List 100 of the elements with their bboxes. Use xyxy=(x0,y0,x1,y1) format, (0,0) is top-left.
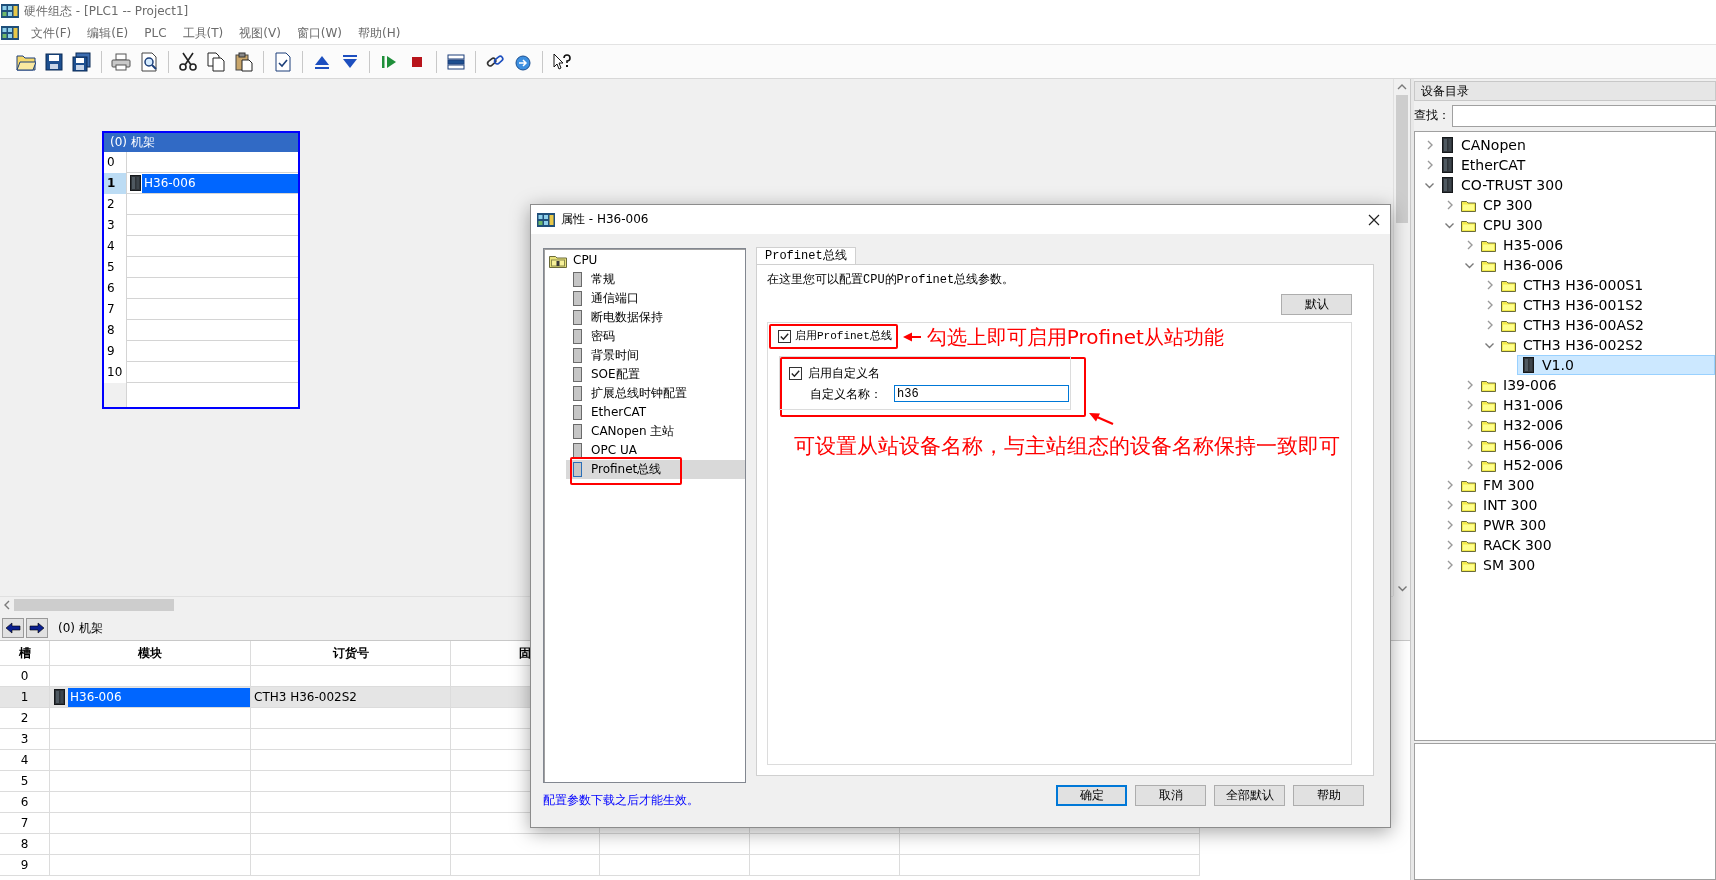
dialog-button[interactable]: 取消 xyxy=(1135,785,1206,806)
tree-item[interactable]: 断电数据保持 xyxy=(566,308,663,327)
tree-item[interactable]: RACK 300 xyxy=(1457,535,1552,555)
tree-item[interactable]: I39-006 xyxy=(1477,375,1557,395)
tree-item[interactable]: 扩展总线时钟配置 xyxy=(566,384,687,403)
tree-item[interactable]: 密码 xyxy=(566,327,615,346)
back-button[interactable] xyxy=(2,618,24,638)
app-icon[interactable] xyxy=(1,26,19,40)
chevron-down-icon[interactable] xyxy=(1463,260,1475,270)
scroll-thumb[interactable] xyxy=(1396,95,1408,223)
tree-item[interactable]: H32-006 xyxy=(1477,415,1564,435)
slot-number: 5 xyxy=(104,257,127,278)
checkbox-label[interactable]: 启用Profinet总线 xyxy=(795,329,892,344)
column-header[interactable]: 固 xyxy=(519,645,531,661)
tree-item[interactable]: SOE配置 xyxy=(566,365,640,384)
menu-item[interactable]: 文件(F) xyxy=(23,25,80,41)
tree-item[interactable]: CPU xyxy=(549,251,598,270)
menu-item[interactable]: 视图(V) xyxy=(231,25,289,41)
search-field[interactable] xyxy=(1452,104,1716,127)
folder-icon xyxy=(1501,318,1516,332)
close-icon[interactable] xyxy=(1368,213,1380,226)
folder-icon xyxy=(1481,398,1496,412)
page-icon xyxy=(573,291,582,306)
dialog-button[interactable]: 全部默认 xyxy=(1214,785,1285,806)
tree-item[interactable]: V1.0 xyxy=(1517,355,1715,375)
tree-item[interactable]: CTH3 H36-001S2 xyxy=(1497,295,1644,315)
tree-item[interactable]: CPU 300 xyxy=(1457,215,1543,235)
scissors-icon[interactable] xyxy=(178,51,198,72)
list-icon[interactable] xyxy=(446,51,466,72)
printer-icon[interactable] xyxy=(111,51,131,72)
checkbox[interactable] xyxy=(778,330,791,343)
page-icon xyxy=(573,386,582,401)
help-cursor-icon[interactable] xyxy=(552,51,572,72)
tree-item[interactable]: 背景时间 xyxy=(566,346,639,365)
table-cell: 5 xyxy=(0,771,50,792)
table-cell: 9 xyxy=(0,855,50,876)
tree-item[interactable]: CANopen xyxy=(1437,135,1526,155)
page-icon xyxy=(573,310,582,325)
checkbox[interactable] xyxy=(789,366,802,380)
chevron-down-icon[interactable] xyxy=(1443,220,1455,230)
tree-item[interactable]: EtherCAT xyxy=(1437,155,1526,175)
tree-item[interactable]: OPC UA xyxy=(566,441,637,460)
menu-item[interactable]: 工具(T) xyxy=(174,25,232,41)
tree-item[interactable]: H52-006 xyxy=(1477,455,1564,475)
chevron-up-icon[interactable] xyxy=(1397,83,1407,91)
menu-item[interactable]: PLC xyxy=(136,25,175,41)
tree-item[interactable]: H36-006 xyxy=(1477,255,1564,275)
page-magnifier-icon[interactable] xyxy=(139,51,159,72)
column-header[interactable]: 模块 xyxy=(138,645,162,661)
page-icon xyxy=(573,272,582,287)
pages-icon[interactable] xyxy=(206,51,226,72)
slot-number: 2 xyxy=(104,194,127,215)
document-check-icon[interactable] xyxy=(273,51,293,72)
scroll-thumb[interactable] xyxy=(14,599,174,611)
chevron-left-icon[interactable] xyxy=(3,600,11,610)
tree-item[interactable]: INT 300 xyxy=(1457,495,1538,515)
floppy-disks-icon[interactable] xyxy=(72,51,92,72)
tree-item[interactable]: CTH3 H36-002S2 xyxy=(1497,335,1644,355)
tree-item[interactable]: CP 300 xyxy=(1457,195,1533,215)
module-name[interactable]: H36-006 xyxy=(142,173,298,193)
dialog-button[interactable]: 确定 xyxy=(1056,785,1127,806)
forward-button[interactable] xyxy=(26,618,48,638)
tree-item[interactable]: H56-006 xyxy=(1477,435,1564,455)
tree-item[interactable]: H35-006 xyxy=(1477,235,1564,255)
module-icon xyxy=(1441,177,1454,193)
blank-cell xyxy=(104,383,127,407)
chevron-down-icon[interactable] xyxy=(1483,340,1495,350)
tree-item[interactable]: EtherCAT xyxy=(566,403,647,422)
tree-item[interactable]: CO-TRUST 300 xyxy=(1437,175,1564,195)
tab[interactable]: Profinet总线 xyxy=(756,247,856,264)
table-cell-text: CTH3 H36-002S2 xyxy=(253,689,357,705)
tree-item[interactable]: Profinet总线 xyxy=(566,460,745,479)
column-header[interactable]: 订货号 xyxy=(332,645,369,661)
module-name[interactable]: H36-006 xyxy=(68,687,250,707)
annotation-arrow-icon xyxy=(1088,411,1114,425)
folder-icon xyxy=(1461,498,1476,512)
tree-item[interactable]: SM 300 xyxy=(1457,555,1536,575)
tree-item[interactable]: H31-006 xyxy=(1477,395,1564,415)
app-icon xyxy=(1,4,19,18)
menu-item[interactable]: 窗口(W) xyxy=(288,25,351,41)
column-header[interactable]: 槽 xyxy=(18,645,31,661)
chevron-down-icon[interactable] xyxy=(1423,180,1435,190)
menu-item[interactable]: 帮助(H) xyxy=(350,25,409,41)
tree-item[interactable]: FM 300 xyxy=(1457,475,1535,495)
name-field[interactable]: h36 xyxy=(894,385,1069,403)
slot-number: 6 xyxy=(104,278,127,299)
chevron-down-icon[interactable] xyxy=(1397,584,1407,592)
tree-item[interactable]: 通信端口 xyxy=(566,289,639,308)
tree-item[interactable]: 常规 xyxy=(566,270,615,289)
tree-item[interactable]: CTH3 H36-000S1 xyxy=(1497,275,1644,295)
menu-item[interactable]: 编辑(E) xyxy=(79,25,137,41)
dialog-button[interactable]: 帮助 xyxy=(1293,785,1364,806)
checkbox-label[interactable]: 启用自定义名 xyxy=(808,366,880,381)
folder-icon xyxy=(1461,538,1476,552)
clipboard-icon[interactable] xyxy=(234,51,254,72)
folder-icon xyxy=(1461,198,1476,212)
tree-item[interactable]: CTH3 H36-00AS2 xyxy=(1497,315,1644,335)
tree-item[interactable]: CANopen 主站 xyxy=(566,422,675,441)
default-button[interactable]: 默认 xyxy=(1281,294,1352,315)
tree-item[interactable]: PWR 300 xyxy=(1457,515,1547,535)
